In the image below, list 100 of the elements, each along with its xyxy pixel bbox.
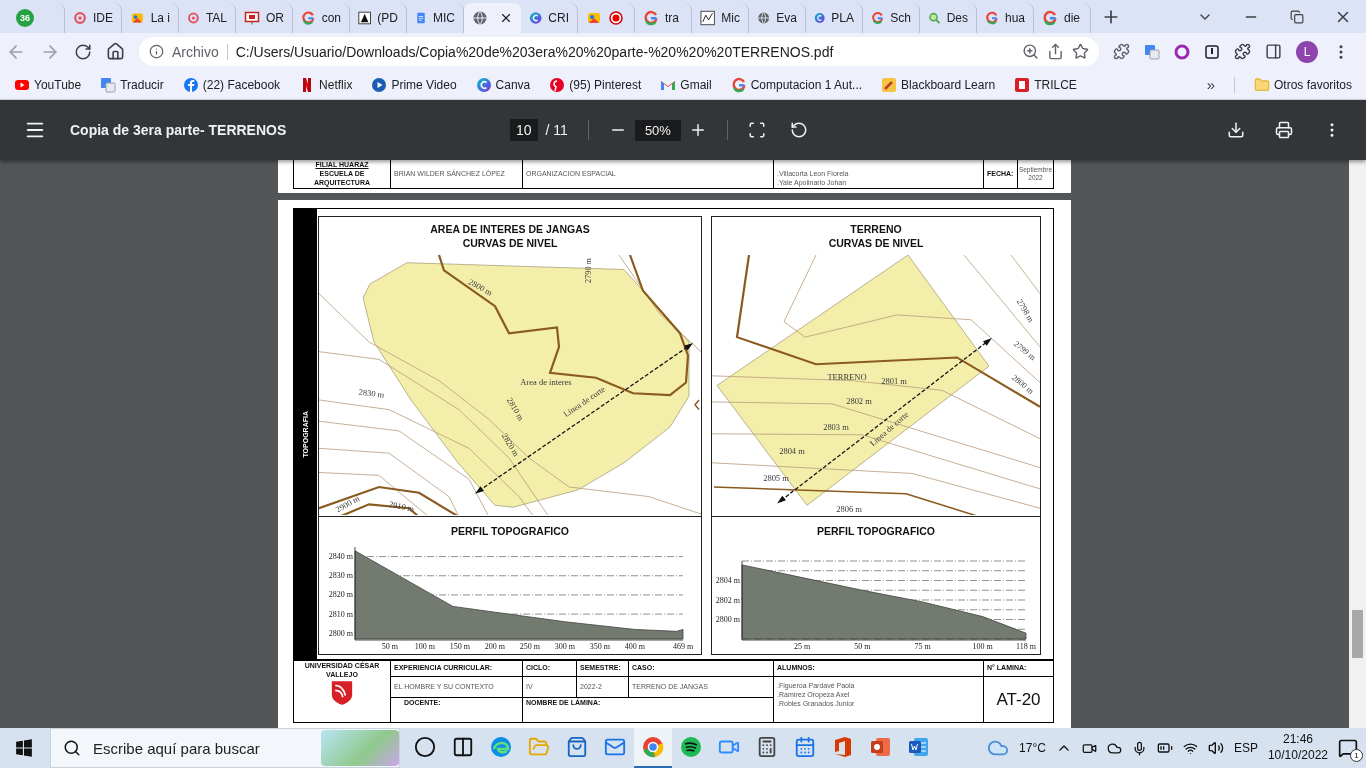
y-tick-label: 2800 m <box>715 615 740 625</box>
clock[interactable]: 21:46 10/10/2022 <box>1267 732 1328 764</box>
zoom-icon[interactable] <box>1022 43 1039 60</box>
bookmark-folder[interactable]: Otros favoritos <box>1273 77 1352 92</box>
search-icon <box>63 739 81 757</box>
windows-logo-icon <box>15 739 33 757</box>
page-count: / 11 <box>545 122 568 138</box>
x-tick-label: 50 m <box>381 642 399 652</box>
y-tick-label: 2804 m <box>715 576 740 586</box>
profile-avatar[interactable]: L <box>1296 40 1318 63</box>
print-icon[interactable] <box>1275 121 1293 139</box>
x-tick-label: 50 m <box>854 642 871 652</box>
contour-label: 2800 m <box>466 277 494 298</box>
browser-tab[interactable] <box>464 3 521 33</box>
x-tick-label: 75 m <box>914 642 931 652</box>
shield-logo-icon <box>331 679 353 706</box>
extension-box-icon <box>1204 43 1220 60</box>
slide-icon <box>244 10 260 26</box>
bookmark-link[interactable]: (22) Facebook <box>202 77 281 92</box>
page-number-field[interactable]: 10 <box>510 119 538 141</box>
pencil-icon <box>881 76 898 93</box>
rotate-icon[interactable] <box>789 121 808 139</box>
address-url: C:/Users/Usuario/Downloads/Copia%20de%203era%20%20parte-%20%20%20TERRENOS.pdf <box>235 43 835 60</box>
contour-label: 2900 m <box>334 494 362 515</box>
reload-icon[interactable] <box>74 42 92 61</box>
extension-icon[interactable] <box>1113 43 1130 60</box>
x-tick-label: 350 m <box>589 642 610 652</box>
bookmark-link[interactable]: Gmail <box>680 77 712 92</box>
bookmark-link[interactable]: Netflix <box>319 77 353 92</box>
more-bookmarks-button[interactable]: » <box>1206 76 1215 93</box>
fit-page-icon[interactable] <box>747 121 766 139</box>
task-view-icon[interactable] <box>452 736 474 758</box>
picture-icon <box>130 10 145 26</box>
y-tick-label: 2800 m <box>328 629 353 638</box>
document-icon[interactable] <box>907 735 931 759</box>
bookmark-link[interactable]: Prime Video <box>391 77 457 92</box>
bookmark-link[interactable]: Traducir <box>120 77 164 92</box>
globe-icon <box>472 10 488 26</box>
notification-icon[interactable] <box>1338 738 1358 758</box>
gradient-circle-icon <box>529 10 543 26</box>
x-tick-label: 100 m <box>972 642 993 652</box>
swirl-icon[interactable] <box>489 735 513 759</box>
translate-icon <box>1144 43 1160 60</box>
bookmark-link[interactable]: Canva <box>495 77 531 92</box>
colored-ring-icon <box>643 10 659 26</box>
picture-icon <box>586 10 602 26</box>
bookmark-star-icon[interactable] <box>1072 43 1089 60</box>
temperature[interactable]: 17°C <box>1019 741 1046 755</box>
battery-icon[interactable] <box>1156 740 1173 756</box>
scrollbar-thumb[interactable] <box>1352 610 1363 658</box>
sound-waves-icon[interactable] <box>679 735 703 759</box>
language-indicator[interactable]: ESP <box>1233 741 1258 755</box>
pin-icon <box>549 76 566 93</box>
x-tick-label: 250 m <box>519 642 540 652</box>
square-logo-icon <box>1014 76 1031 93</box>
restore-icon[interactable] <box>1290 9 1304 24</box>
zoom-field[interactable]: 50% <box>634 119 681 141</box>
translate-icon <box>100 76 117 93</box>
bookmark-link[interactable]: (95) Pinterest <box>569 77 642 92</box>
share-icon[interactable] <box>1047 43 1064 60</box>
colored-circle-icon[interactable] <box>641 735 665 759</box>
y-tick-label: 2810 m <box>328 609 353 619</box>
bookmark-link[interactable]: YouTube <box>34 77 82 92</box>
microphone-icon[interactable] <box>1131 740 1147 756</box>
record-icon <box>608 10 624 26</box>
cloud-icon[interactable] <box>1106 740 1122 756</box>
envelope-icon[interactable] <box>604 736 626 758</box>
extensions-icon[interactable] <box>1234 43 1251 60</box>
bookmark-link[interactable]: TRILCE <box>1034 77 1077 92</box>
circle-icon[interactable] <box>414 736 436 758</box>
presentation-icon[interactable] <box>869 735 893 759</box>
colored-ring-icon <box>730 76 747 93</box>
contour-label: 2830 m <box>358 387 385 401</box>
bookmark-link[interactable]: Blackboard Learn <box>901 77 996 92</box>
bookmark-link[interactable]: Computacion 1 Aut... <box>750 77 863 92</box>
colored-ring-icon <box>1042 10 1058 26</box>
contour-label: 2910 m <box>388 500 416 514</box>
calculator-icon[interactable] <box>756 736 778 758</box>
download-icon[interactable] <box>1227 121 1245 139</box>
sheet-number: AT-20 <box>996 689 1041 711</box>
x-tick-label: 300 m <box>554 642 575 652</box>
colored-ring-icon <box>985 10 999 26</box>
unread-count-badge: 36 <box>16 9 34 27</box>
home-icon[interactable] <box>106 42 125 61</box>
address-bar[interactable]: Archivo C:/Users/Usuario/Downloads/Copia%20de%203era%20%20parte-%20%20%20TERRENOS.pdf <box>139 37 1099 66</box>
shopping-bag-icon[interactable] <box>566 736 588 758</box>
side-panel-icon[interactable] <box>1265 43 1282 60</box>
map-title: TERRENO <box>850 223 902 236</box>
calendar-icon[interactable] <box>794 736 816 758</box>
magnifier-icon <box>928 10 941 26</box>
volume-icon[interactable] <box>1207 740 1224 756</box>
scrollbar[interactable] <box>1349 160 1366 728</box>
x-tick-label: 100 m <box>414 642 436 652</box>
x-tick-label: 400 m <box>624 642 645 652</box>
info-icon[interactable] <box>149 44 164 59</box>
close-tab-icon[interactable] <box>499 11 513 25</box>
section-line-label: Linea de corte <box>562 385 608 420</box>
ring-icon <box>73 10 87 26</box>
search-field[interactable]: Escribe aquí para buscar <box>50 728 400 768</box>
wifi-icon[interactable] <box>1182 740 1198 756</box>
